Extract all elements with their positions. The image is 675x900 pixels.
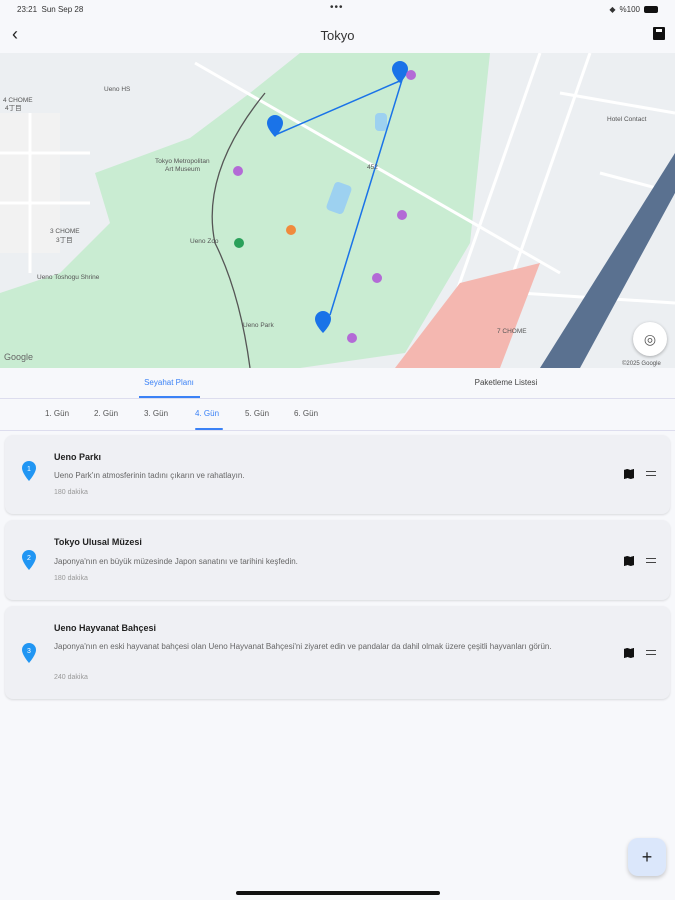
app-bar: ‹ Tokyo xyxy=(0,18,675,53)
map-view[interactable]: Ueno HS 4 CHOME 4丁目 Tokyo Metropolitan A… xyxy=(0,53,675,368)
map-label-ueno-hs: Ueno HS xyxy=(104,86,131,93)
tab-itinerary[interactable]: Seyahat Planı xyxy=(69,378,269,387)
item-duration: 180 dakika xyxy=(54,575,88,582)
map-label-road: 452 xyxy=(367,164,378,171)
day-tab-4[interactable]: 4. Gün xyxy=(195,409,219,418)
location-pin-icon: 2 xyxy=(22,550,36,570)
map-canvas: Ueno HS 4 CHOME 4丁目 Tokyo Metropolitan A… xyxy=(0,53,675,368)
map-copyright: ©2025 Google xyxy=(622,360,661,367)
drag-handle-icon[interactable] xyxy=(646,650,656,655)
day-tab-3[interactable]: 3. Gün xyxy=(144,409,168,418)
status-time: 23:21 Sun Sep 28 xyxy=(17,5,84,14)
item-name: Ueno Parkı xyxy=(54,452,102,462)
battery-text: %100 xyxy=(619,5,640,14)
item-description: Ueno Park'ın atmosferinin tadını çıkarın… xyxy=(54,471,245,480)
itinerary-item[interactable]: 1 Ueno Parkı Ueno Park'ın atmosferinin t… xyxy=(5,435,670,514)
home-indicator xyxy=(236,891,440,895)
google-logo: Google xyxy=(4,352,33,362)
map-label-7-chome: 7 CHOME xyxy=(497,328,527,335)
location-pin-icon: 3 xyxy=(22,643,36,663)
main-tabs: Seyahat Planı Paketleme Listesi xyxy=(0,368,675,399)
item-duration: 180 dakika xyxy=(54,489,88,496)
map-label-ueno-park: Ueno Park xyxy=(243,322,274,329)
svg-text:3: 3 xyxy=(27,648,31,655)
itinerary-item[interactable]: 3 Ueno Hayvanat Bahçesi Japonya'nın en e… xyxy=(5,606,670,699)
map-label-3-chome: 3 CHOME xyxy=(50,228,80,235)
item-duration: 240 dakika xyxy=(54,674,88,681)
item-description: Japonya'nın en büyük müzesinde Japon san… xyxy=(54,557,298,566)
map-label-4-chome-jp: 4丁目 xyxy=(5,104,22,112)
drag-handle-icon[interactable] xyxy=(646,558,656,563)
map-label-art-museum-2: Art Museum xyxy=(165,166,200,173)
day-tab-indicator xyxy=(195,428,223,430)
tab-packing-list[interactable]: Paketleme Listesi xyxy=(406,378,606,387)
svg-text:1: 1 xyxy=(27,466,31,473)
itinerary-item[interactable]: 2 Tokyo Ulusal Müzesi Japonya'nın en büy… xyxy=(5,520,670,600)
map-label-3-chome-jp: 3丁目 xyxy=(56,236,73,244)
status-bar: 23:21 Sun Sep 28 ••• ◆ %100 xyxy=(0,0,675,18)
save-icon[interactable] xyxy=(653,27,665,40)
svg-text:2: 2 xyxy=(27,555,31,562)
tab-indicator xyxy=(139,396,200,398)
wifi-icon: ◆ xyxy=(609,5,616,14)
day-tab-2[interactable]: 2. Gün xyxy=(94,409,118,418)
add-activity-button[interactable]: + xyxy=(628,838,666,876)
location-target-icon: ◎ xyxy=(643,330,657,347)
page-title: Tokyo xyxy=(320,28,355,43)
map-label-art-museum: Tokyo Metropolitan xyxy=(155,158,210,165)
status-right: ◆ %100 xyxy=(609,5,658,14)
map-label-4-chome: 4 CHOME xyxy=(3,97,33,104)
map-icon[interactable] xyxy=(624,469,634,479)
map-icon[interactable] xyxy=(624,648,634,658)
item-description: Japonya'nın en eski hayvanat bahçesi ola… xyxy=(54,642,552,651)
item-name: Ueno Hayvanat Bahçesi xyxy=(54,623,157,633)
map-label-zoo: Ueno Zoo xyxy=(190,238,219,245)
map-label-shrine: Ueno Toshogu Shrine xyxy=(37,274,100,281)
day-tab-5[interactable]: 5. Gün xyxy=(245,409,269,418)
battery-icon xyxy=(644,6,658,13)
my-location-button[interactable]: ◎ xyxy=(633,322,667,356)
day-tab-1[interactable]: 1. Gün xyxy=(45,409,69,418)
day-tab-6[interactable]: 6. Gün xyxy=(294,409,318,418)
day-tabs: 1. Gün 2. Gün 3. Gün 4. Gün 5. Gün 6. Gü… xyxy=(0,400,675,431)
drag-handle-icon[interactable] xyxy=(646,471,656,476)
map-label-hotel: Hotel Contact xyxy=(607,116,647,123)
map-icon[interactable] xyxy=(624,556,634,566)
item-name: Tokyo Ulusal Müzesi xyxy=(54,537,142,547)
location-pin-icon: 1 xyxy=(22,461,36,481)
multitask-dots[interactable]: ••• xyxy=(330,2,344,13)
